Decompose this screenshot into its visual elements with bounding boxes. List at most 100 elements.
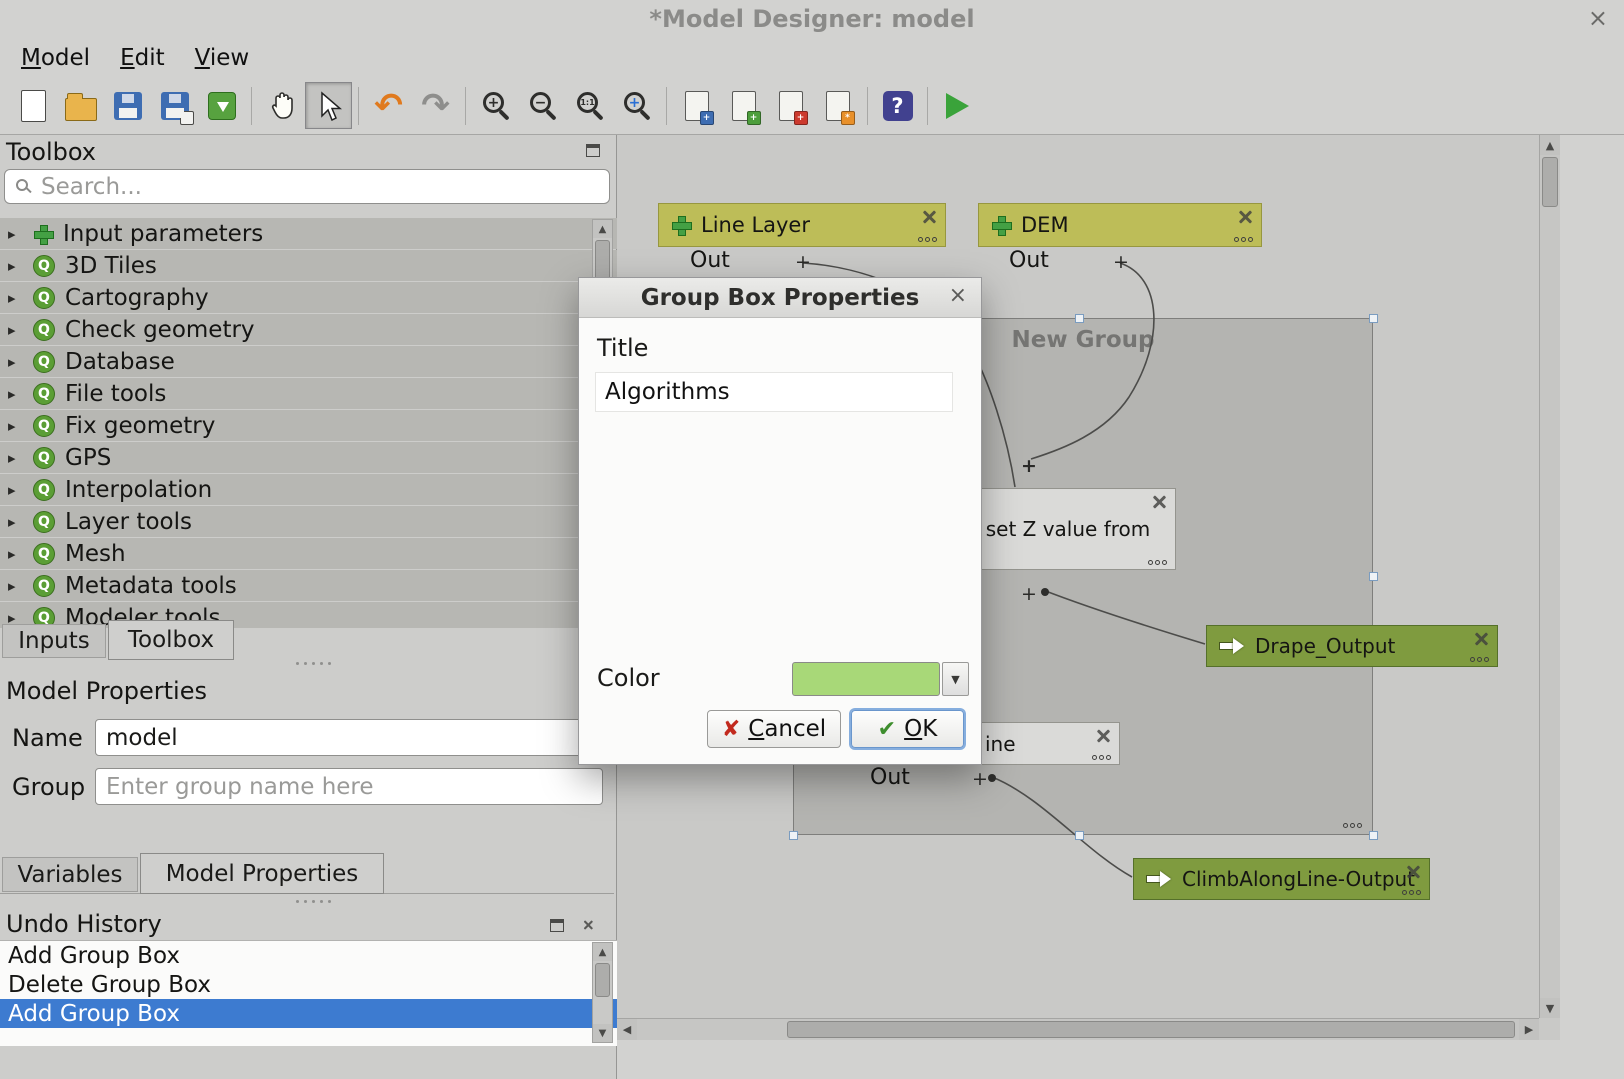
zoom-actual-button[interactable]: 1:1: [566, 82, 613, 129]
window-close-button[interactable]: ×: [1588, 4, 1608, 32]
splitter-handle[interactable]: [296, 662, 331, 665]
toolbox-item-layer-tools[interactable]: ▸ Q Layer tools: [0, 506, 617, 537]
group-box-title-input[interactable]: [595, 372, 953, 412]
export-dxf-button[interactable]: +: [720, 82, 767, 129]
comment-dots-icon[interactable]: [1092, 755, 1111, 760]
group-resize-handle[interactable]: [1369, 572, 1378, 581]
zoom-out-button[interactable]: −: [519, 82, 566, 129]
menu-edit[interactable]: Edit: [105, 41, 180, 75]
export-pdf-button[interactable]: +: [767, 82, 814, 129]
remove-node-icon[interactable]: [1473, 631, 1489, 647]
node-dem[interactable]: DEM: [978, 203, 1262, 247]
expand-arrow-icon[interactable]: ▸: [8, 225, 23, 243]
export-svg-button[interactable]: *: [814, 82, 861, 129]
remove-node-icon[interactable]: [1405, 864, 1421, 880]
expand-arrow-icon[interactable]: ▸: [8, 289, 23, 307]
scrollbar-thumb[interactable]: [595, 963, 610, 997]
dialog-close-button[interactable]: ×: [949, 283, 967, 308]
expand-arrow-icon[interactable]: ▸: [8, 417, 23, 435]
expand-arrow-icon[interactable]: ▸: [8, 321, 23, 339]
help-button[interactable]: ?: [874, 82, 921, 129]
expand-arrow-icon[interactable]: ▸: [8, 513, 23, 531]
tab-model-properties[interactable]: Model Properties: [140, 853, 384, 894]
toolbox-item-database[interactable]: ▸ Q Database: [0, 346, 617, 377]
toolbox-item-check-geometry[interactable]: ▸ Q Check geometry: [0, 314, 617, 345]
float-panel-icon[interactable]: [550, 919, 564, 932]
zoom-full-button[interactable]: +: [613, 82, 660, 129]
color-dropdown-button[interactable]: ▼: [942, 662, 969, 696]
comment-dots-icon[interactable]: [1402, 890, 1421, 895]
undo-item-selected[interactable]: Add Group Box: [0, 999, 617, 1028]
scroll-up-arrow[interactable]: ▲: [593, 943, 612, 961]
toolbox-item-input-parameters[interactable]: ▸ Input parameters: [0, 218, 617, 249]
remove-node-icon[interactable]: [1095, 728, 1111, 744]
expand-plus-icon[interactable]: +: [1021, 455, 1037, 477]
expand-arrow-icon[interactable]: ▸: [8, 449, 23, 467]
port-dot[interactable]: [1041, 588, 1049, 596]
run-model-button[interactable]: [934, 82, 981, 129]
expand-plus-icon[interactable]: +: [1021, 583, 1037, 605]
search-input[interactable]: [41, 172, 596, 201]
save-as-button[interactable]: [151, 82, 198, 129]
expand-plus-icon[interactable]: +: [1113, 251, 1129, 273]
float-panel-icon[interactable]: [586, 144, 600, 157]
expand-plus-icon[interactable]: +: [972, 768, 988, 790]
export-image-button[interactable]: +: [673, 82, 720, 129]
expand-arrow-icon[interactable]: ▸: [8, 577, 23, 595]
select-tool-button[interactable]: [305, 82, 352, 129]
close-panel-icon[interactable]: [582, 919, 593, 930]
undo-history-scrollbar[interactable]: ▲ ▼: [592, 942, 613, 1043]
comment-dots-icon[interactable]: [1148, 560, 1167, 565]
comment-dots-icon[interactable]: [1234, 237, 1253, 242]
toolbox-item-mesh[interactable]: ▸ Q Mesh: [0, 538, 617, 569]
tab-toolbox[interactable]: Toolbox: [108, 620, 234, 660]
toolbox-item-fix-geometry[interactable]: ▸ Q Fix geometry: [0, 410, 617, 441]
save-model-button[interactable]: [104, 82, 151, 129]
comment-dots-icon[interactable]: [1470, 657, 1489, 662]
remove-node-icon[interactable]: [1151, 494, 1167, 510]
expand-arrow-icon[interactable]: ▸: [8, 545, 23, 563]
new-model-button[interactable]: [10, 82, 57, 129]
save-to-project-button[interactable]: [198, 82, 245, 129]
group-resize-handle[interactable]: [1369, 314, 1378, 323]
node-climbalongline-output[interactable]: ClimbAlongLine-Output: [1133, 858, 1430, 900]
expand-arrow-icon[interactable]: ▸: [8, 353, 23, 371]
expand-plus-icon[interactable]: +: [795, 251, 811, 273]
pan-tool-button[interactable]: [258, 82, 305, 129]
remove-node-icon[interactable]: [921, 209, 937, 225]
toolbox-item-interpolation[interactable]: ▸ Q Interpolation: [0, 474, 617, 505]
port-dot[interactable]: [988, 774, 996, 782]
toolbox-item-gps[interactable]: ▸ Q GPS: [0, 442, 617, 473]
remove-node-icon[interactable]: [1237, 209, 1253, 225]
undo-item[interactable]: Delete Group Box: [0, 970, 617, 999]
scroll-down-arrow[interactable]: ▼: [593, 1024, 612, 1042]
dialog-titlebar[interactable]: Group Box Properties ×: [579, 278, 981, 318]
scroll-up-arrow[interactable]: ▲: [593, 220, 612, 238]
model-name-input[interactable]: [95, 719, 612, 756]
menu-model[interactable]: Model: [6, 41, 105, 75]
tab-variables[interactable]: Variables: [2, 857, 138, 892]
expand-arrow-icon[interactable]: ▸: [8, 481, 23, 499]
open-model-button[interactable]: [57, 82, 104, 129]
toolbox-item-3d-tiles[interactable]: ▸ Q 3D Tiles: [0, 250, 617, 281]
group-resize-handle[interactable]: [1075, 831, 1084, 840]
redo-button[interactable]: ↷: [412, 82, 459, 129]
color-swatch[interactable]: [792, 662, 940, 696]
splitter-handle[interactable]: [296, 900, 331, 903]
toolbox-item-cartography[interactable]: ▸ Q Cartography: [0, 282, 617, 313]
group-resize-handle[interactable]: [789, 831, 798, 840]
menu-view[interactable]: View: [180, 41, 265, 75]
model-group-input[interactable]: [95, 768, 603, 805]
cancel-button[interactable]: ✘ Cancel: [707, 710, 841, 748]
zoom-in-button[interactable]: +: [472, 82, 519, 129]
group-resize-handle[interactable]: [1075, 314, 1084, 323]
comment-dots-icon[interactable]: [918, 237, 937, 242]
toolbox-item-file-tools[interactable]: ▸ Q File tools: [0, 378, 617, 409]
undo-item[interactable]: Add Group Box: [0, 941, 617, 970]
node-line-layer[interactable]: Line Layer: [658, 203, 946, 247]
toolbox-item-metadata-tools[interactable]: ▸ Q Metadata tools: [0, 570, 617, 601]
node-drape-output[interactable]: Drape_Output: [1206, 625, 1498, 667]
tab-inputs[interactable]: Inputs: [2, 624, 106, 658]
group-resize-handle[interactable]: [1369, 831, 1378, 840]
expand-arrow-icon[interactable]: ▸: [8, 257, 23, 275]
